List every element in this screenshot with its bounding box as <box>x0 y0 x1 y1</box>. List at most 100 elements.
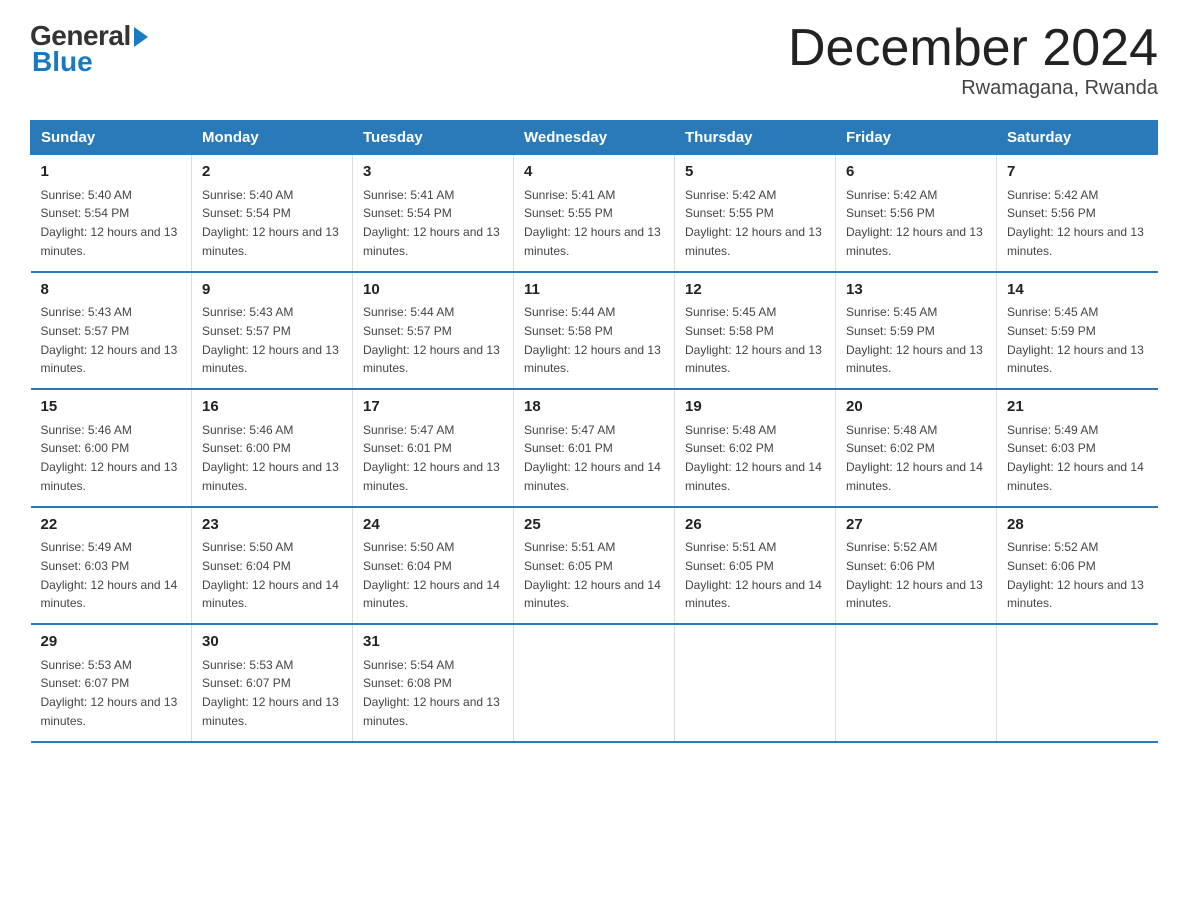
table-row: 9 Sunrise: 5:43 AMSunset: 5:57 PMDaylight… <box>192 272 353 390</box>
day-info: Sunrise: 5:52 AMSunset: 6:06 PMDaylight:… <box>846 540 983 610</box>
day-number: 20 <box>846 396 986 419</box>
day-info: Sunrise: 5:54 AMSunset: 6:08 PMDaylight:… <box>363 658 500 728</box>
day-number: 22 <box>41 514 182 537</box>
day-number: 16 <box>202 396 342 419</box>
day-number: 5 <box>685 161 825 184</box>
day-info: Sunrise: 5:40 AMSunset: 5:54 PMDaylight:… <box>41 188 178 258</box>
day-info: Sunrise: 5:49 AMSunset: 6:03 PMDaylight:… <box>41 540 178 610</box>
col-friday: Friday <box>836 121 997 155</box>
day-info: Sunrise: 5:51 AMSunset: 6:05 PMDaylight:… <box>524 540 661 610</box>
day-info: Sunrise: 5:44 AMSunset: 5:58 PMDaylight:… <box>524 305 661 375</box>
day-info: Sunrise: 5:46 AMSunset: 6:00 PMDaylight:… <box>41 423 178 493</box>
day-info: Sunrise: 5:48 AMSunset: 6:02 PMDaylight:… <box>846 423 983 493</box>
day-number: 1 <box>41 161 182 184</box>
calendar-week-row: 8 Sunrise: 5:43 AMSunset: 5:57 PMDaylight… <box>31 272 1158 390</box>
day-number: 18 <box>524 396 664 419</box>
table-row: 10 Sunrise: 5:44 AMSunset: 5:57 PMDayligh… <box>353 272 514 390</box>
day-info: Sunrise: 5:44 AMSunset: 5:57 PMDaylight:… <box>363 305 500 375</box>
day-info: Sunrise: 5:42 AMSunset: 5:56 PMDaylight:… <box>846 188 983 258</box>
day-info: Sunrise: 5:45 AMSunset: 5:59 PMDaylight:… <box>846 305 983 375</box>
day-number: 10 <box>363 279 503 302</box>
day-number: 2 <box>202 161 342 184</box>
day-number: 24 <box>363 514 503 537</box>
day-info: Sunrise: 5:49 AMSunset: 6:03 PMDaylight:… <box>1007 423 1144 493</box>
table-row: 3 Sunrise: 5:41 AMSunset: 5:54 PMDaylight… <box>353 155 514 272</box>
month-title: December 2024 <box>788 20 1158 77</box>
day-info: Sunrise: 5:41 AMSunset: 5:55 PMDaylight:… <box>524 188 661 258</box>
day-info: Sunrise: 5:47 AMSunset: 6:01 PMDaylight:… <box>524 423 661 493</box>
table-row: 21 Sunrise: 5:49 AMSunset: 6:03 PMDayligh… <box>997 389 1158 507</box>
col-saturday: Saturday <box>997 121 1158 155</box>
day-number: 8 <box>41 279 182 302</box>
table-row: 25Sunrise: 5:51 AMSunset: 6:05 PMDayligh… <box>514 507 675 625</box>
location-subtitle: Rwamagana, Rwanda <box>788 77 1158 100</box>
table-row: 16 Sunrise: 5:46 AMSunset: 6:00 PMDayligh… <box>192 389 353 507</box>
day-info: Sunrise: 5:41 AMSunset: 5:54 PMDaylight:… <box>363 188 500 258</box>
day-info: Sunrise: 5:42 AMSunset: 5:56 PMDaylight:… <box>1007 188 1144 258</box>
table-row: 27 Sunrise: 5:52 AMSunset: 6:06 PMDayligh… <box>836 507 997 625</box>
table-row: 2 Sunrise: 5:40 AMSunset: 5:54 PMDaylight… <box>192 155 353 272</box>
day-number: 9 <box>202 279 342 302</box>
day-info: Sunrise: 5:45 AMSunset: 5:59 PMDaylight:… <box>1007 305 1144 375</box>
day-number: 31 <box>363 631 503 654</box>
table-row: 7 Sunrise: 5:42 AMSunset: 5:56 PMDaylight… <box>997 155 1158 272</box>
day-number: 26 <box>685 514 825 537</box>
table-row: 1 Sunrise: 5:40 AMSunset: 5:54 PMDaylight… <box>31 155 192 272</box>
day-number: 17 <box>363 396 503 419</box>
table-row: 12Sunrise: 5:45 AMSunset: 5:58 PMDayligh… <box>675 272 836 390</box>
table-row: 6 Sunrise: 5:42 AMSunset: 5:56 PMDaylight… <box>836 155 997 272</box>
day-number: 15 <box>41 396 182 419</box>
col-tuesday: Tuesday <box>353 121 514 155</box>
calendar-week-row: 1 Sunrise: 5:40 AMSunset: 5:54 PMDaylight… <box>31 155 1158 272</box>
table-row: 28 Sunrise: 5:52 AMSunset: 6:06 PMDayligh… <box>997 507 1158 625</box>
table-row <box>514 624 675 742</box>
calendar-week-row: 15 Sunrise: 5:46 AMSunset: 6:00 PMDayligh… <box>31 389 1158 507</box>
table-row: 31 Sunrise: 5:54 AMSunset: 6:08 PMDayligh… <box>353 624 514 742</box>
table-row <box>997 624 1158 742</box>
page-header: General Blue December 2024 Rwamagana, Rw… <box>30 20 1158 100</box>
day-info: Sunrise: 5:52 AMSunset: 6:06 PMDaylight:… <box>1007 540 1144 610</box>
day-info: Sunrise: 5:42 AMSunset: 5:55 PMDaylight:… <box>685 188 822 258</box>
day-number: 3 <box>363 161 503 184</box>
day-info: Sunrise: 5:40 AMSunset: 5:54 PMDaylight:… <box>202 188 339 258</box>
logo: General Blue <box>30 20 148 78</box>
calendar-week-row: 29 Sunrise: 5:53 AMSunset: 6:07 PMDayligh… <box>31 624 1158 742</box>
table-row: 13Sunrise: 5:45 AMSunset: 5:59 PMDayligh… <box>836 272 997 390</box>
table-row: 22 Sunrise: 5:49 AMSunset: 6:03 PMDayligh… <box>31 507 192 625</box>
col-monday: Monday <box>192 121 353 155</box>
day-info: Sunrise: 5:53 AMSunset: 6:07 PMDaylight:… <box>41 658 178 728</box>
day-info: Sunrise: 5:43 AMSunset: 5:57 PMDaylight:… <box>41 305 178 375</box>
day-info: Sunrise: 5:50 AMSunset: 6:04 PMDaylight:… <box>363 540 500 610</box>
table-row: 18 Sunrise: 5:47 AMSunset: 6:01 PMDayligh… <box>514 389 675 507</box>
day-number: 29 <box>41 631 182 654</box>
day-number: 23 <box>202 514 342 537</box>
day-info: Sunrise: 5:50 AMSunset: 6:04 PMDaylight:… <box>202 540 339 610</box>
day-number: 28 <box>1007 514 1148 537</box>
day-number: 4 <box>524 161 664 184</box>
table-row: 14Sunrise: 5:45 AMSunset: 5:59 PMDayligh… <box>997 272 1158 390</box>
table-row: 17Sunrise: 5:47 AMSunset: 6:01 PMDayligh… <box>353 389 514 507</box>
calendar-table: Sunday Monday Tuesday Wednesday Thursday… <box>30 120 1158 743</box>
col-wednesday: Wednesday <box>514 121 675 155</box>
table-row: 19Sunrise: 5:48 AMSunset: 6:02 PMDayligh… <box>675 389 836 507</box>
day-info: Sunrise: 5:46 AMSunset: 6:00 PMDaylight:… <box>202 423 339 493</box>
table-row: 5 Sunrise: 5:42 AMSunset: 5:55 PMDaylight… <box>675 155 836 272</box>
day-number: 21 <box>1007 396 1148 419</box>
title-block: December 2024 Rwamagana, Rwanda <box>788 20 1158 100</box>
table-row: 15 Sunrise: 5:46 AMSunset: 6:00 PMDayligh… <box>31 389 192 507</box>
logo-blue-text: Blue <box>32 46 93 78</box>
day-number: 7 <box>1007 161 1148 184</box>
table-row: 11 Sunrise: 5:44 AMSunset: 5:58 PMDayligh… <box>514 272 675 390</box>
table-row <box>675 624 836 742</box>
day-info: Sunrise: 5:43 AMSunset: 5:57 PMDaylight:… <box>202 305 339 375</box>
day-number: 11 <box>524 279 664 302</box>
day-info: Sunrise: 5:53 AMSunset: 6:07 PMDaylight:… <box>202 658 339 728</box>
day-number: 19 <box>685 396 825 419</box>
day-number: 27 <box>846 514 986 537</box>
logo-arrow-icon <box>134 27 148 47</box>
day-number: 6 <box>846 161 986 184</box>
table-row: 23 Sunrise: 5:50 AMSunset: 6:04 PMDayligh… <box>192 507 353 625</box>
table-row: 20 Sunrise: 5:48 AMSunset: 6:02 PMDayligh… <box>836 389 997 507</box>
table-row <box>836 624 997 742</box>
calendar-header-row: Sunday Monday Tuesday Wednesday Thursday… <box>31 121 1158 155</box>
